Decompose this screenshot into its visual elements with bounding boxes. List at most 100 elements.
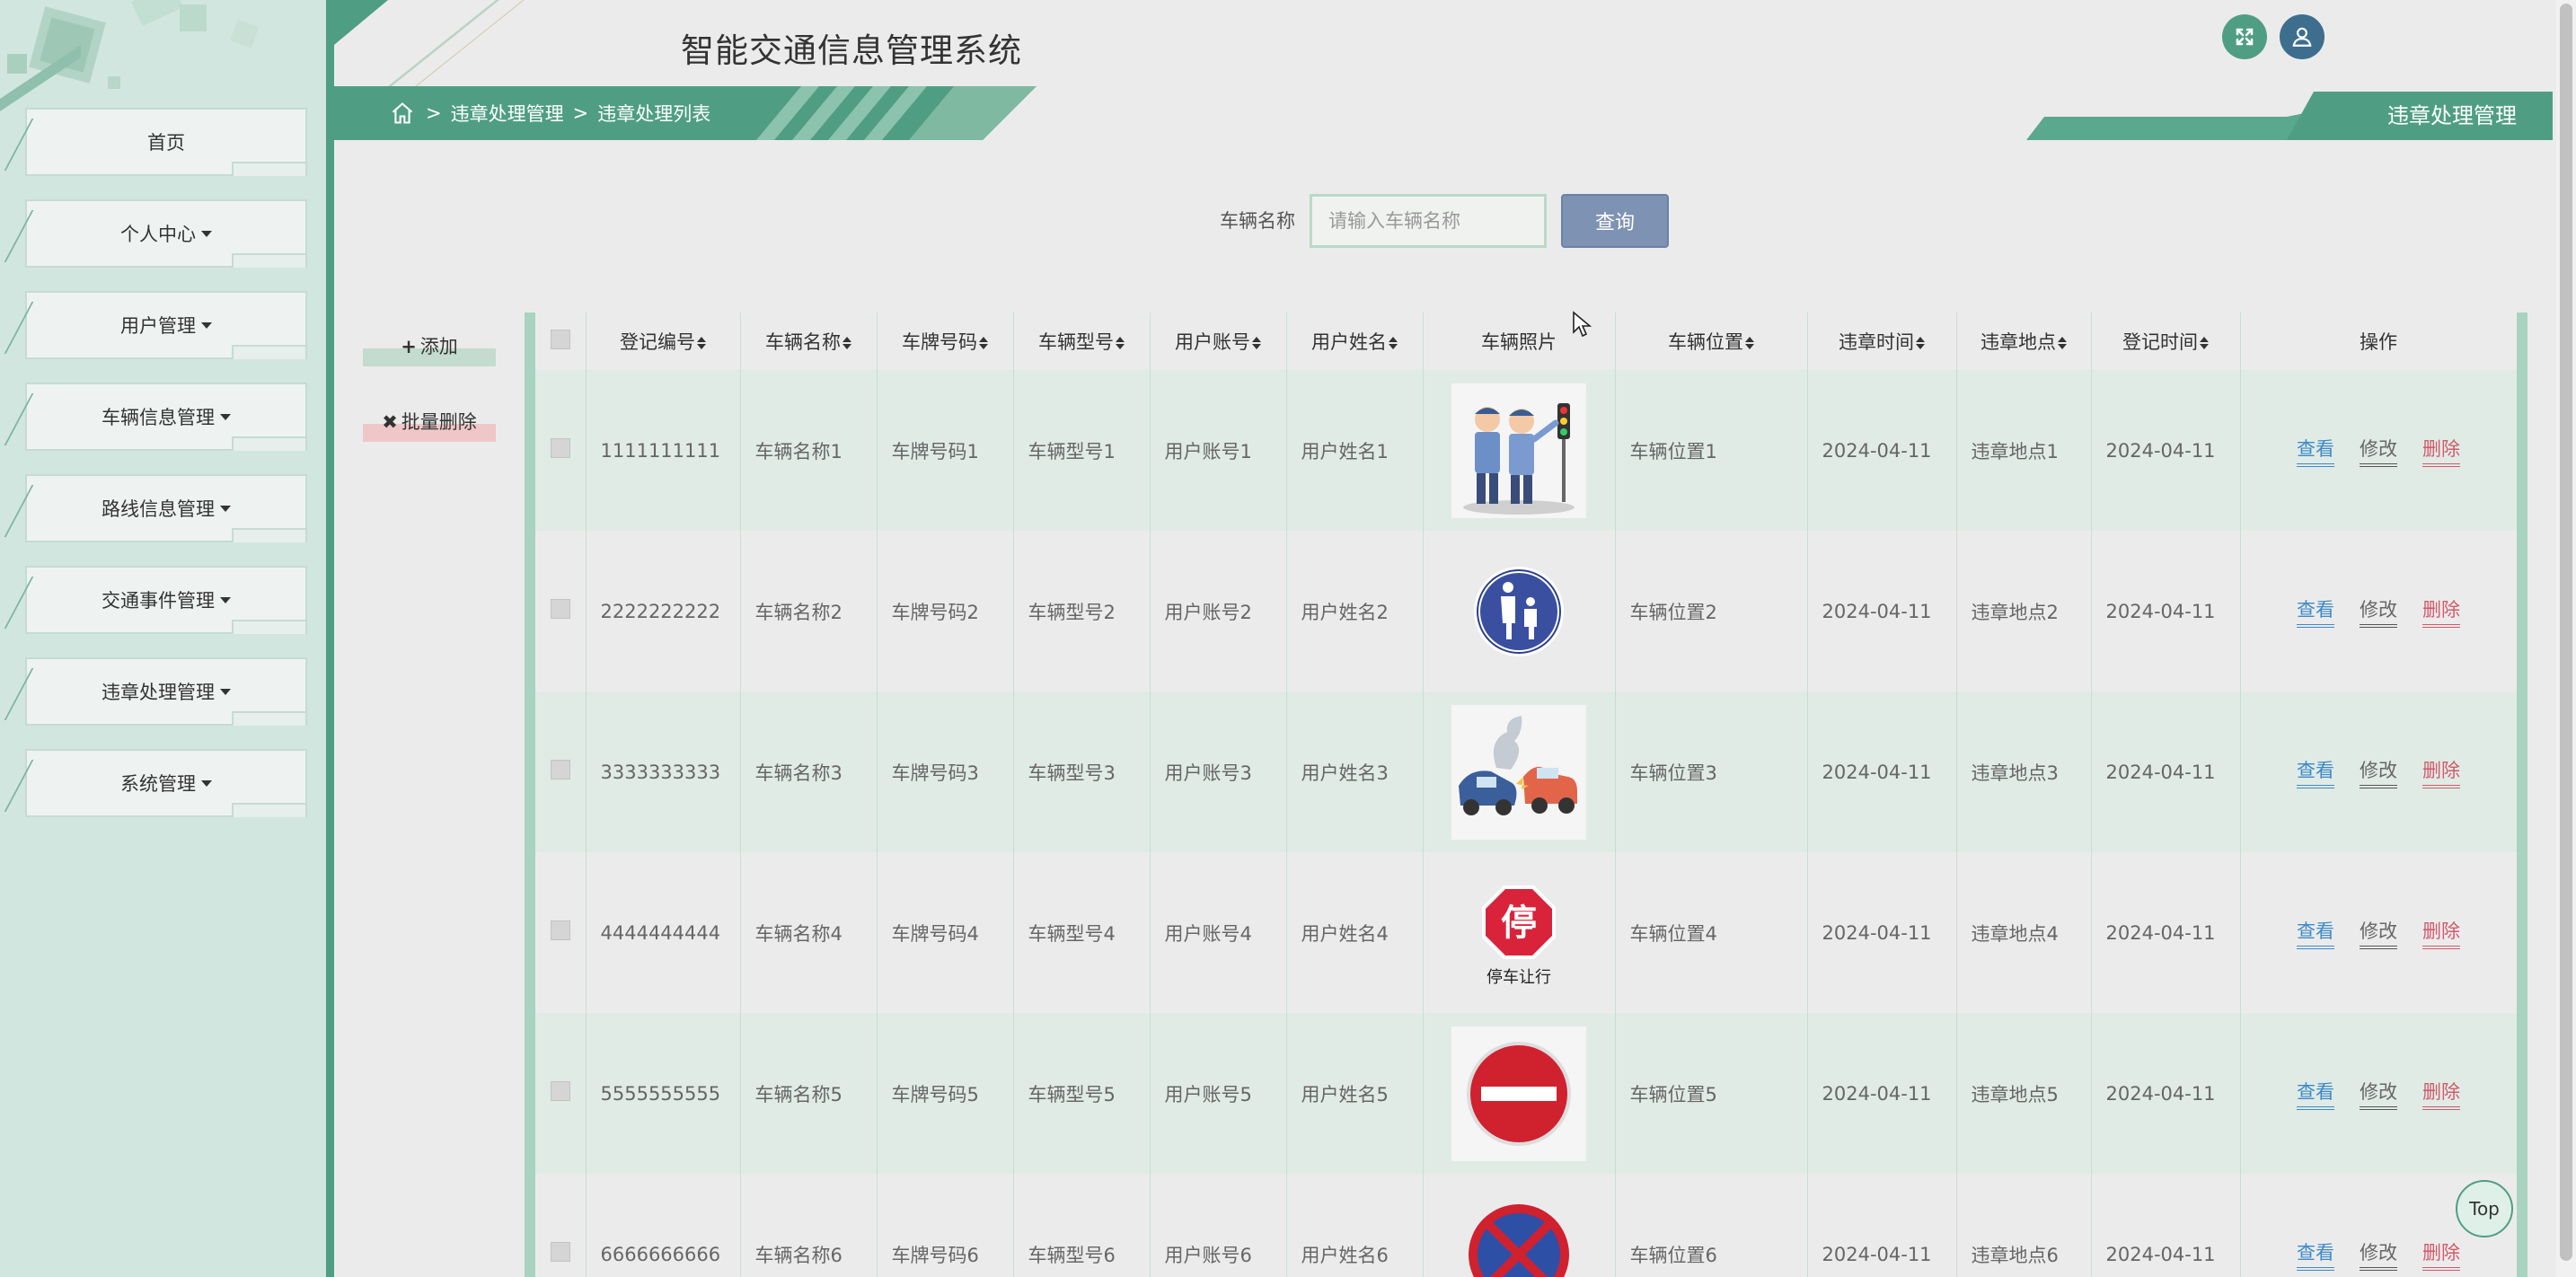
- column-header-label: 登记时间: [2122, 331, 2198, 353]
- vehicle-name-search-input[interactable]: [1310, 194, 1547, 248]
- row-checkbox[interactable]: [550, 599, 570, 619]
- sidebar-item-6[interactable]: 违章处理管理: [25, 657, 307, 726]
- row-select-cell: [535, 370, 587, 531]
- edit-link[interactable]: 修改: [2360, 1078, 2397, 1110]
- vehicle-photo-cell: [1423, 691, 1616, 852]
- sort-icon[interactable]: [1745, 337, 1754, 349]
- sort-icon[interactable]: [842, 337, 851, 349]
- vehicle-photo-cell: [1423, 1013, 1616, 1174]
- column-header-5[interactable]: 用户姓名: [1286, 313, 1424, 370]
- view-link[interactable]: 查看: [2297, 756, 2334, 788]
- sidebar-item-label: 用户管理: [120, 315, 196, 337]
- row-checkbox[interactable]: [550, 1242, 570, 1262]
- sidebar-item-5[interactable]: 交通事件管理: [25, 566, 307, 634]
- cell-name: 车辆名称4: [740, 852, 878, 1013]
- sidebar-item-4[interactable]: 路线信息管理: [25, 474, 307, 542]
- row-checkbox[interactable]: [550, 920, 570, 940]
- column-header-4[interactable]: 用户账号: [1150, 313, 1287, 370]
- sort-icon[interactable]: [2058, 337, 2067, 349]
- cell-vplace: 违章地点5: [1956, 1013, 2092, 1174]
- sort-icon[interactable]: [697, 337, 706, 349]
- delete-link[interactable]: 删除: [2422, 595, 2460, 628]
- breadcrumb-separator: >: [572, 102, 589, 124]
- row-checkbox[interactable]: [550, 438, 570, 458]
- search-button[interactable]: 查询: [1561, 194, 1669, 248]
- column-header-0[interactable]: 登记编号: [586, 313, 741, 370]
- cell-name: 车辆名称3: [740, 691, 878, 852]
- edit-link[interactable]: 修改: [2360, 1238, 2397, 1271]
- vehicle-photo-cell: 停停车让行: [1423, 852, 1616, 1013]
- sort-icon[interactable]: [979, 337, 988, 349]
- sort-icon[interactable]: [1916, 337, 1925, 349]
- view-link[interactable]: 查看: [2297, 917, 2334, 949]
- sidebar-item-0[interactable]: 首页: [25, 108, 307, 176]
- stop-sign-icon: 停停车让行: [1451, 865, 1586, 1000]
- edit-link[interactable]: 修改: [2360, 917, 2397, 949]
- breadcrumb-violation-management[interactable]: 违章处理管理: [451, 100, 564, 127]
- sidebar-item-7[interactable]: 系统管理: [25, 749, 307, 817]
- row-checkbox[interactable]: [550, 1081, 570, 1101]
- section-tag: 违章处理管理: [2026, 92, 2553, 140]
- column-header-label: 违章时间: [1839, 331, 1914, 353]
- column-header-1[interactable]: 车辆名称: [740, 313, 878, 370]
- column-header-8[interactable]: 违章时间: [1807, 313, 1957, 370]
- sidebar-item-label: 首页: [147, 132, 185, 154]
- caret-down-icon: [220, 596, 231, 603]
- scrollbar-thumb[interactable]: [2560, 4, 2572, 1261]
- column-header-9[interactable]: 违章地点: [1956, 313, 2092, 370]
- cell-user: 用户姓名3: [1286, 691, 1424, 852]
- back-to-top-button[interactable]: Top: [2456, 1180, 2513, 1237]
- cell-location: 车辆位置4: [1615, 852, 1808, 1013]
- caret-down-icon: [201, 321, 212, 329]
- view-link[interactable]: 查看: [2297, 595, 2334, 628]
- sidebar-item-2[interactable]: 用户管理: [25, 291, 307, 359]
- scrollbar[interactable]: [2556, 0, 2576, 1277]
- home-icon[interactable]: [390, 100, 417, 127]
- row-actions-cell: 查看 修改 删除: [2240, 370, 2517, 531]
- sort-icon[interactable]: [2200, 337, 2209, 349]
- delete-link[interactable]: 删除: [2422, 756, 2460, 788]
- column-header-3[interactable]: 车辆型号: [1013, 313, 1151, 370]
- edit-link[interactable]: 修改: [2360, 595, 2397, 628]
- sort-icon[interactable]: [1252, 337, 1261, 349]
- cell-rtime: 2024-04-11: [2091, 1013, 2241, 1174]
- cell-vplace: 违章地点2: [1956, 531, 2092, 691]
- user-button[interactable]: [2280, 14, 2325, 59]
- cell-id: 3333333333: [586, 691, 741, 852]
- traffic-police-illustration-icon: [1451, 383, 1586, 518]
- sidebar-item-1[interactable]: 个人中心: [25, 199, 307, 268]
- sort-icon[interactable]: [1116, 337, 1125, 349]
- delete-link[interactable]: 删除: [2422, 1238, 2460, 1271]
- table-row: 1111111111 车辆名称1 车牌号码1 车辆型号1 用户账号1 用户姓名1 车辆位置1…: [535, 370, 2517, 531]
- edit-link[interactable]: 修改: [2360, 435, 2397, 467]
- edit-link[interactable]: 修改: [2360, 756, 2397, 788]
- fullscreen-button[interactable]: [2222, 14, 2267, 59]
- cell-user: 用户姓名6: [1286, 1174, 1424, 1277]
- sort-icon[interactable]: [1389, 337, 1398, 349]
- column-header-10[interactable]: 登记时间: [2091, 313, 2241, 370]
- caret-down-icon: [201, 230, 212, 237]
- vehicle-photo-cell: [1423, 370, 1616, 531]
- select-all-checkbox[interactable]: [550, 329, 570, 349]
- sidebar-item-label: 系统管理: [120, 773, 196, 795]
- cell-vplace: 违章地点4: [1956, 852, 2092, 1013]
- cell-id: 1111111111: [586, 370, 741, 531]
- breadcrumb: > 违章处理管理 > 违章处理列表: [334, 86, 1037, 140]
- delete-link[interactable]: 删除: [2422, 1078, 2460, 1110]
- view-link[interactable]: 查看: [2297, 1238, 2334, 1271]
- sidebar-item-3[interactable]: 车辆信息管理: [25, 383, 307, 451]
- cell-model: 车辆型号5: [1013, 1013, 1151, 1174]
- view-link[interactable]: 查看: [2297, 1078, 2334, 1110]
- bulk-delete-button[interactable]: ✖ 批量删除: [363, 401, 496, 442]
- delete-link[interactable]: 删除: [2422, 435, 2460, 467]
- cell-id: 5555555555: [586, 1013, 741, 1174]
- view-link[interactable]: 查看: [2297, 435, 2334, 467]
- violation-table-container: 登记编号 车辆名称 车牌号码 车辆型号 用户账号 用户姓名 车辆照片 车辆位置 违章时间 违章地点…: [525, 313, 2527, 1277]
- row-checkbox[interactable]: [550, 760, 570, 779]
- column-header-7[interactable]: 车辆位置: [1615, 313, 1808, 370]
- add-button[interactable]: + 添加: [363, 325, 496, 366]
- column-header-2[interactable]: 车牌号码: [877, 313, 1014, 370]
- cell-model: 车辆型号1: [1013, 370, 1151, 531]
- sidebar-item-label: 个人中心: [120, 224, 196, 245]
- delete-link[interactable]: 删除: [2422, 917, 2460, 949]
